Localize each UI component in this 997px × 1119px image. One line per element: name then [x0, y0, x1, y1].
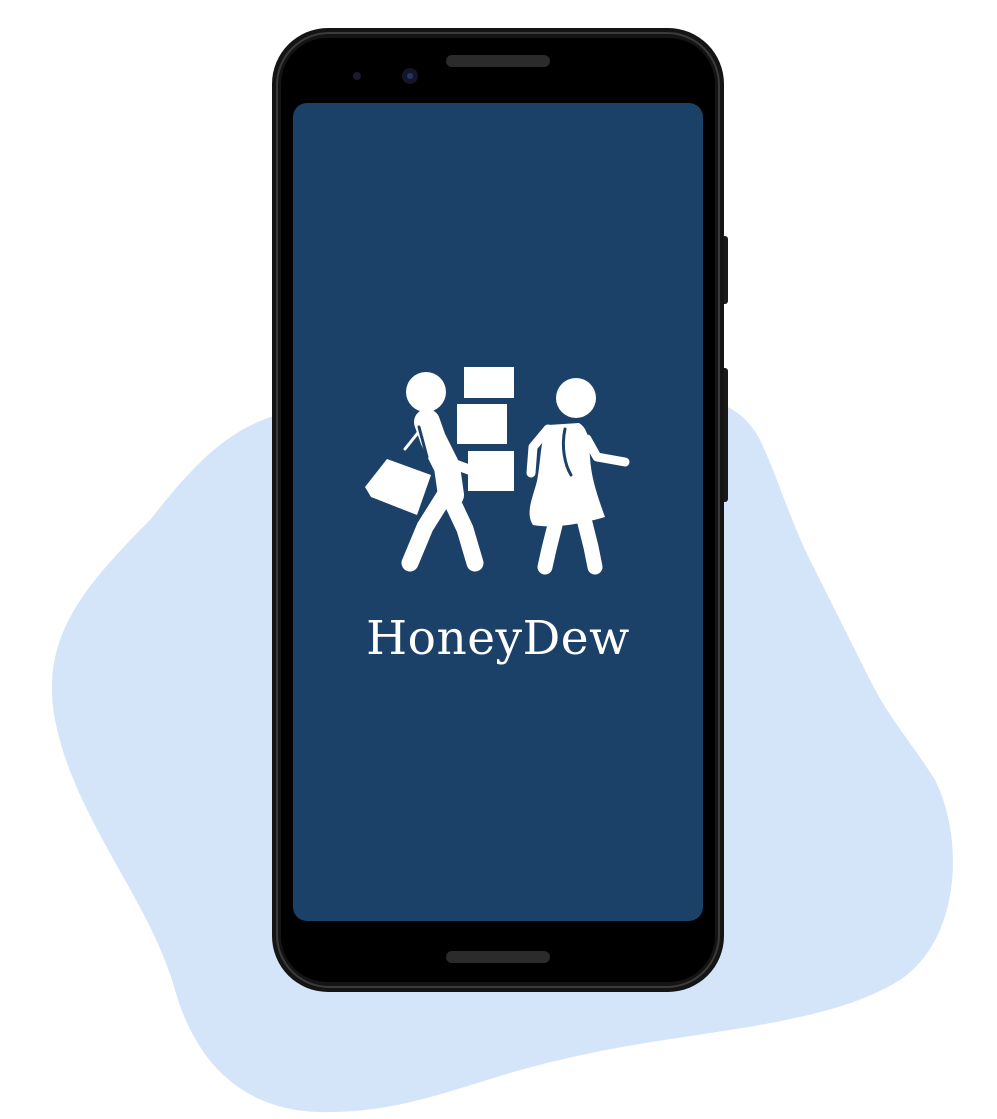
mockup-stage: HoneyDew [0, 0, 997, 1119]
front-camera-lens [407, 73, 413, 79]
app-splash-screen: HoneyDew [293, 103, 703, 921]
earpiece-speaker [446, 55, 550, 67]
front-sensor [353, 72, 361, 80]
app-name-title: HoneyDew [366, 611, 630, 666]
bottom-speaker [446, 951, 550, 963]
people-carrying-boxes-icon [365, 367, 630, 575]
